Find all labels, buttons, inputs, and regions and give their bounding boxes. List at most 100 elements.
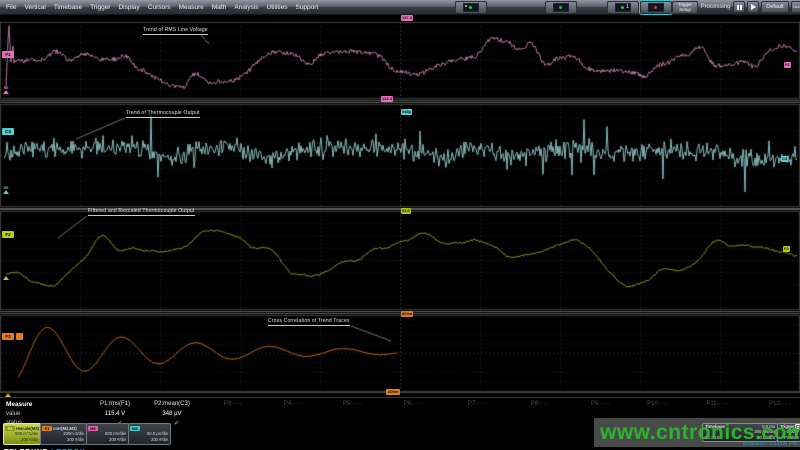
descriptor-title-F2: F2rescale(M3)	[4, 424, 40, 431]
level-tag-f3-top: 800m	[401, 311, 413, 317]
trigger-setup-line2: Setup	[673, 7, 697, 13]
measure-col-label-1[interactable]: P1:rms(F1)	[84, 401, 146, 407]
menu-item-utilities[interactable]: Utilities	[267, 4, 288, 11]
descriptor-title-F3: F3corr(M2,M3)	[41, 424, 86, 431]
descriptor-box-M2[interactable]: M2500 mV/div200 #/div	[86, 423, 129, 445]
pause-icon	[737, 5, 739, 10]
toolbar-right: Trigger Setup Processing Default Undo	[672, 1, 800, 13]
measure-col-label-9: P9:- - -	[569, 401, 631, 407]
level-tag-c3-level: C3	[781, 156, 788, 162]
marker-M2: M2	[3, 86, 9, 94]
trace-chip-F2[interactable]: F2	[2, 231, 14, 238]
acquisition-stop-icon	[648, 3, 664, 12]
display-mode-button[interactable]	[545, 1, 577, 14]
trace-chip-F3[interactable]: F3	[2, 333, 14, 340]
menu-items: File Vertical Timebase Trigger Display Cursor…	[6, 0, 318, 14]
zoom-trace-icon: 1	[615, 3, 631, 12]
status-dot	[469, 6, 472, 9]
measure-col-label-4: P4:- - -	[262, 401, 324, 407]
measure-col-label-2[interactable]: P2:mean(C3)	[141, 401, 203, 407]
menu-item-trigger[interactable]: Trigger	[90, 4, 110, 11]
marker-triangle	[5, 393, 11, 397]
trace-chip-C3[interactable]: C3	[2, 128, 14, 135]
menu-bar: File Vertical Timebase Trigger Display Cursor…	[0, 0, 800, 15]
measure-col-label-11: P11:- - -	[686, 401, 748, 407]
status-dot	[621, 6, 624, 9]
level-tag-f1-level: F1	[784, 62, 791, 68]
marker-triangle	[3, 90, 9, 94]
descriptor-hscale: 200 #/div	[129, 437, 170, 443]
watermark: www.cntronics.com	[600, 421, 800, 445]
marker-F2-ref	[3, 276, 9, 280]
measure-col-status-2: ✔	[174, 419, 179, 427]
descriptor-title-M2: M2	[87, 424, 128, 431]
descriptor-hscale: 200 #/div	[4, 437, 40, 443]
descriptor-box-M3[interactable]: M350.0 µV/div200 #/div	[128, 423, 171, 445]
default-button[interactable]: Default	[761, 1, 789, 13]
annotation-1: Trend of RMS Line Voltage	[143, 27, 208, 35]
level-tag-f2-top: 23.0	[401, 208, 411, 214]
descriptor-box-F2[interactable]: F2rescale(M3)500 m°C/div200 #/div	[3, 423, 41, 445]
status-dot	[559, 6, 562, 9]
descriptor-hscale: 200 #/div	[41, 437, 86, 443]
descriptor-title-M3: M3	[129, 424, 170, 431]
level-tag-c3-top: 548µ	[401, 109, 412, 115]
measure-separator	[0, 397, 800, 398]
trace-chip-F3-zero[interactable]	[16, 333, 23, 340]
trigger-setup-button[interactable]: Trigger Setup	[672, 1, 698, 14]
processing-label: Processing	[700, 4, 731, 10]
annotation-2: Trend of Thermocouple Output	[126, 110, 200, 118]
menu-item-display[interactable]: Display	[118, 4, 139, 11]
play-icon	[751, 4, 756, 10]
measure-col-label-3: P3:- - -	[202, 401, 264, 407]
menu-item-measure[interactable]: Measure	[179, 4, 204, 11]
icon-number: 1	[626, 4, 629, 10]
marker-M3: M3	[3, 186, 9, 194]
auto-setup-button[interactable]	[455, 1, 487, 14]
annotation-3: Filtered and Rescaled Thermocouple Outpu…	[88, 208, 195, 216]
menu-item-vertical[interactable]: Vertical	[24, 4, 45, 11]
menu-item-timebase[interactable]: Timebase	[54, 4, 82, 11]
menu-item-math[interactable]: Math	[212, 4, 226, 11]
status-dot	[654, 6, 657, 9]
measure-col-label-6: P6:- - -	[382, 401, 444, 407]
measure-col-value-2: 348 µV	[141, 411, 203, 417]
menu-item-support[interactable]: Support	[295, 4, 318, 11]
measure-col-value-1: 115.4 V	[84, 411, 146, 417]
menu-item-cursors[interactable]: Cursors	[148, 4, 171, 11]
undo-button[interactable]: Undo	[791, 1, 800, 13]
measure-row-title: Measure	[6, 401, 32, 408]
measure-col-label-8: P8:- - -	[509, 401, 571, 407]
descriptor-function: rescale(M3)	[16, 426, 39, 431]
auto-setup-icon	[463, 3, 479, 12]
display-mode-icon	[553, 3, 569, 12]
descriptor-chip-F2: F2	[5, 426, 15, 431]
accent-dot	[465, 5, 467, 7]
marker-triangle	[3, 276, 9, 280]
acquisition-stop-button[interactable]	[640, 1, 672, 14]
level-tag-f1-bottom: 113.4	[381, 96, 393, 102]
level-tag-f1-top: 117.4	[401, 15, 413, 21]
level-tag-f3-bottom: -800m	[386, 389, 400, 395]
menu-item-file[interactable]: File	[6, 4, 16, 11]
marker-triangle	[3, 190, 9, 194]
descriptor-hscale: 200 #/div	[87, 437, 128, 443]
measure-col-label-5: P5:- - -	[321, 401, 383, 407]
measure-col-label-12: P12:- - -	[749, 401, 800, 407]
measure-col-label-10: P10:- - -	[627, 401, 689, 407]
descriptor-chip-M3: M3	[130, 426, 140, 431]
play-button[interactable]	[747, 1, 759, 13]
descriptor-box-F3[interactable]: F3corr(M2,M3)200m-3/div200 #/div	[40, 423, 87, 445]
zoom-trace-button[interactable]: 1	[607, 1, 639, 14]
marker-trig-time	[5, 393, 11, 397]
menu-item-analysis[interactable]: Analysis	[234, 4, 258, 11]
descriptor-chip-F3: F3	[42, 426, 52, 431]
annotation-4: Cross Correlation of Trend Traces	[268, 318, 350, 326]
waveform-canvas	[0, 0, 800, 450]
measure-row-value: value	[6, 411, 20, 417]
trace-chip-F1[interactable]: F1	[2, 51, 14, 58]
pause-button[interactable]	[733, 1, 745, 13]
descriptor-function: corr(M2,M3)	[53, 426, 77, 431]
level-tag-f2-level: F2	[783, 246, 790, 252]
measure-col-label-7: P7:- - -	[446, 401, 508, 407]
